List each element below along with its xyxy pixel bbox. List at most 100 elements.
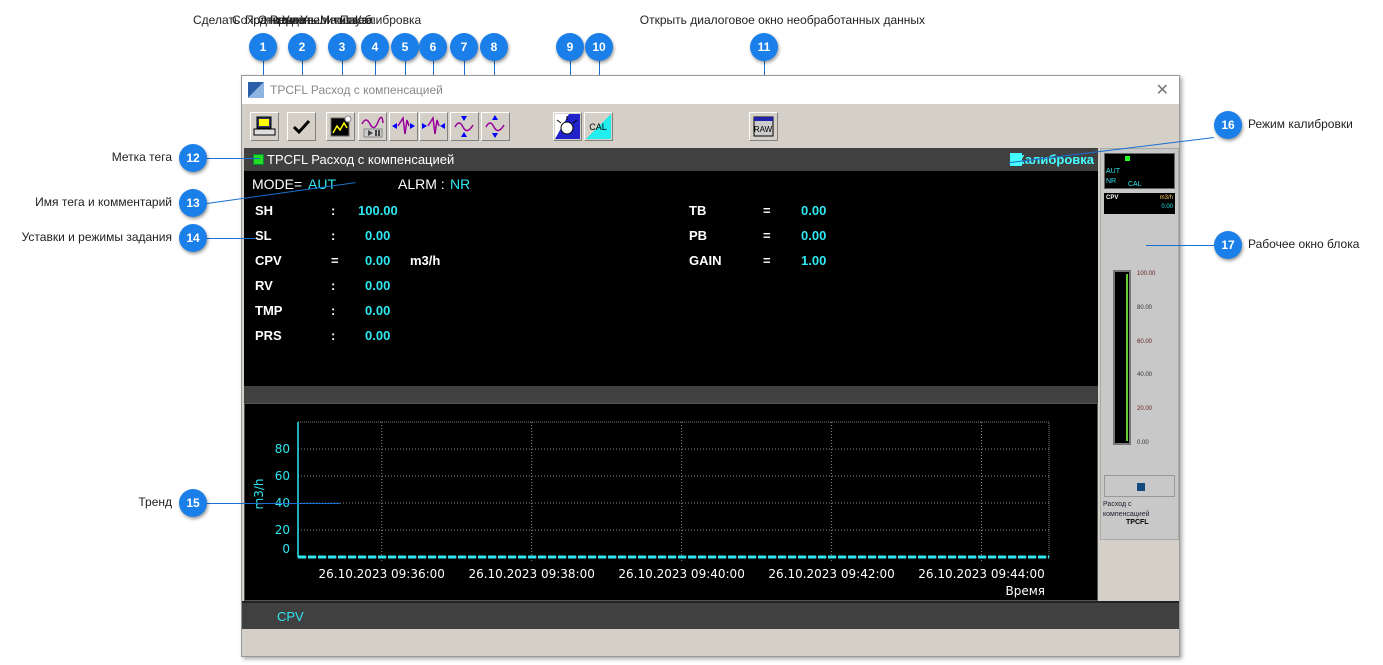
- y-tick-label: 0: [282, 542, 290, 556]
- callout-label-12: Метка тега: [111, 150, 172, 164]
- zoom-out-horizontal-icon: [422, 115, 445, 135]
- callout-line: [207, 238, 255, 239]
- x-tick-label: 26.10.2023 09:40:00: [618, 567, 744, 581]
- callout-badge-15: 15: [179, 489, 207, 517]
- fp-tag: TPCFL: [1126, 519, 1149, 526]
- title-bar: TPCFL Расход с компенсацией ✕: [242, 76, 1179, 104]
- callout-badge-11: 11: [750, 33, 778, 61]
- raw-data-icon: RAW: [753, 116, 774, 137]
- scale-label: 20.00: [1137, 406, 1153, 413]
- zoom-in-vertical-icon: [454, 116, 474, 137]
- param-value[interactable]: 0.00: [365, 278, 390, 293]
- trend-pause-button[interactable]: [358, 112, 387, 141]
- data-point: [673, 556, 674, 558]
- alarm-light-button[interactable]: [553, 112, 582, 141]
- fp-comment: Расход с компенсацией: [1103, 501, 1150, 518]
- callout-label-13: Имя тега и комментарий: [35, 195, 172, 209]
- param-value[interactable]: 1.00: [801, 253, 826, 268]
- y-tick-label: 60: [275, 469, 290, 483]
- param-value[interactable]: 0.00: [365, 328, 390, 343]
- param-value[interactable]: 100.00: [358, 203, 398, 218]
- close-icon[interactable]: ✕: [1156, 80, 1169, 100]
- param-name: GAIN: [689, 253, 722, 268]
- scale-label: 60.00: [1137, 338, 1153, 345]
- callout-badge-17: 17: [1214, 231, 1242, 259]
- callout-badge-5: 5: [391, 33, 419, 61]
- param-sep: =: [331, 253, 339, 268]
- confirm-check-button[interactable]: [287, 112, 316, 141]
- zoom-in-horizontal-icon: [392, 115, 415, 135]
- param-name: CPV: [255, 253, 282, 268]
- scale-label: 80.00: [1137, 304, 1153, 311]
- x-tick-label: 26.10.2023 09:36:00: [319, 567, 445, 581]
- param-unit: m3/h: [410, 253, 441, 268]
- callout-label-16: Режим калибровки: [1248, 117, 1353, 131]
- cal-button[interactable]: CAL: [584, 112, 613, 141]
- fp-pv-name: CPV: [1106, 195, 1119, 201]
- zoom-in-horizontal-button[interactable]: [389, 112, 418, 141]
- y-tick-label: 20: [275, 523, 290, 537]
- data-point: [447, 556, 449, 558]
- callout-line: [207, 158, 260, 159]
- scale-label: 100.00: [1137, 271, 1156, 277]
- fp-alarm: NR: [1106, 178, 1117, 185]
- callout-badge-3: 3: [328, 33, 356, 61]
- param-value[interactable]: 0.00: [365, 228, 390, 243]
- data-point: [748, 556, 750, 558]
- window-title: TPCFL Расход с компенсацией: [270, 83, 443, 97]
- y-axis-label: m3/h: [252, 479, 266, 510]
- svg-text:CAL: CAL: [589, 122, 607, 132]
- fp-mode: AUT: [1106, 168, 1120, 175]
- param-name: TMP: [255, 303, 283, 318]
- param-sep: :: [331, 278, 336, 293]
- param-sep: :: [331, 303, 336, 318]
- param-value[interactable]: 0.00: [801, 228, 826, 243]
- raw-data-button[interactable]: RAW: [749, 112, 778, 141]
- operate-button[interactable]: [1104, 475, 1175, 497]
- callout-label-15: Тренд: [138, 495, 172, 509]
- data-point: [522, 556, 524, 558]
- param-value[interactable]: 0.00: [801, 203, 826, 218]
- x-tick-label: 26.10.2023 09:44:00: [918, 567, 1044, 581]
- param-name: RV: [255, 278, 273, 293]
- svg-text:RAW: RAW: [754, 125, 773, 134]
- callout-badge-4: 4: [361, 33, 389, 61]
- trend-snapshot-icon: [330, 115, 352, 137]
- alarm-value: NR: [450, 176, 471, 192]
- callout-badge-7: 7: [450, 33, 478, 61]
- zoom-out-vertical-icon: [485, 115, 505, 138]
- fp-unit: m3/h: [1159, 195, 1173, 201]
- param-sep: :: [331, 328, 336, 343]
- data-point: [297, 556, 299, 558]
- param-name: TB: [689, 203, 707, 218]
- zoom-out-vertical-button[interactable]: [481, 112, 510, 141]
- callout-label-10: Калибровка: [355, 13, 422, 27]
- bar-graph: [1113, 270, 1131, 445]
- alarm-light-icon: [555, 114, 580, 139]
- callout-label-11: Открыть диалоговое окно необработанных д…: [639, 13, 925, 27]
- data-point: [898, 556, 900, 558]
- param-sep: =: [763, 228, 771, 243]
- setpoints-panel: MODE= AUT ALRM : NR SH:100.00 SL:0.00 CPV =…: [244, 171, 1098, 386]
- trend-snapshot-button[interactable]: [326, 112, 355, 141]
- fp-cal: CAL: [1128, 181, 1142, 188]
- callout-label-14: Уставки и режимы задания: [21, 230, 172, 244]
- x-tick-label: 26.10.2023 09:42:00: [768, 567, 894, 581]
- callout-badge-6: 6: [419, 33, 447, 61]
- confirm-check-icon: [292, 119, 311, 135]
- param-value[interactable]: 0.00: [365, 303, 390, 318]
- callout-badge-1: 1: [249, 33, 277, 61]
- param-name: PRS: [255, 328, 282, 343]
- callout-badge-10: 10: [585, 33, 613, 61]
- callout-badge-14: 14: [179, 224, 207, 252]
- param-value[interactable]: 0.00: [365, 253, 390, 268]
- zoom-in-vertical-button[interactable]: [450, 112, 479, 141]
- callout-badge-8: 8: [480, 33, 508, 61]
- zoom-out-horizontal-button[interactable]: [419, 112, 448, 141]
- legend-cpv[interactable]: CPV: [277, 609, 304, 624]
- callout-label-17: Рабочее окно блока: [1248, 237, 1360, 251]
- print-screen-button[interactable]: [250, 112, 279, 141]
- plot-area: [297, 421, 1050, 558]
- block-work-window[interactable]: AUT NR CAL CPV m3/h 0.00 100.00 80.00 60.0…: [1100, 148, 1179, 540]
- callout-badge-12: 12: [179, 144, 207, 172]
